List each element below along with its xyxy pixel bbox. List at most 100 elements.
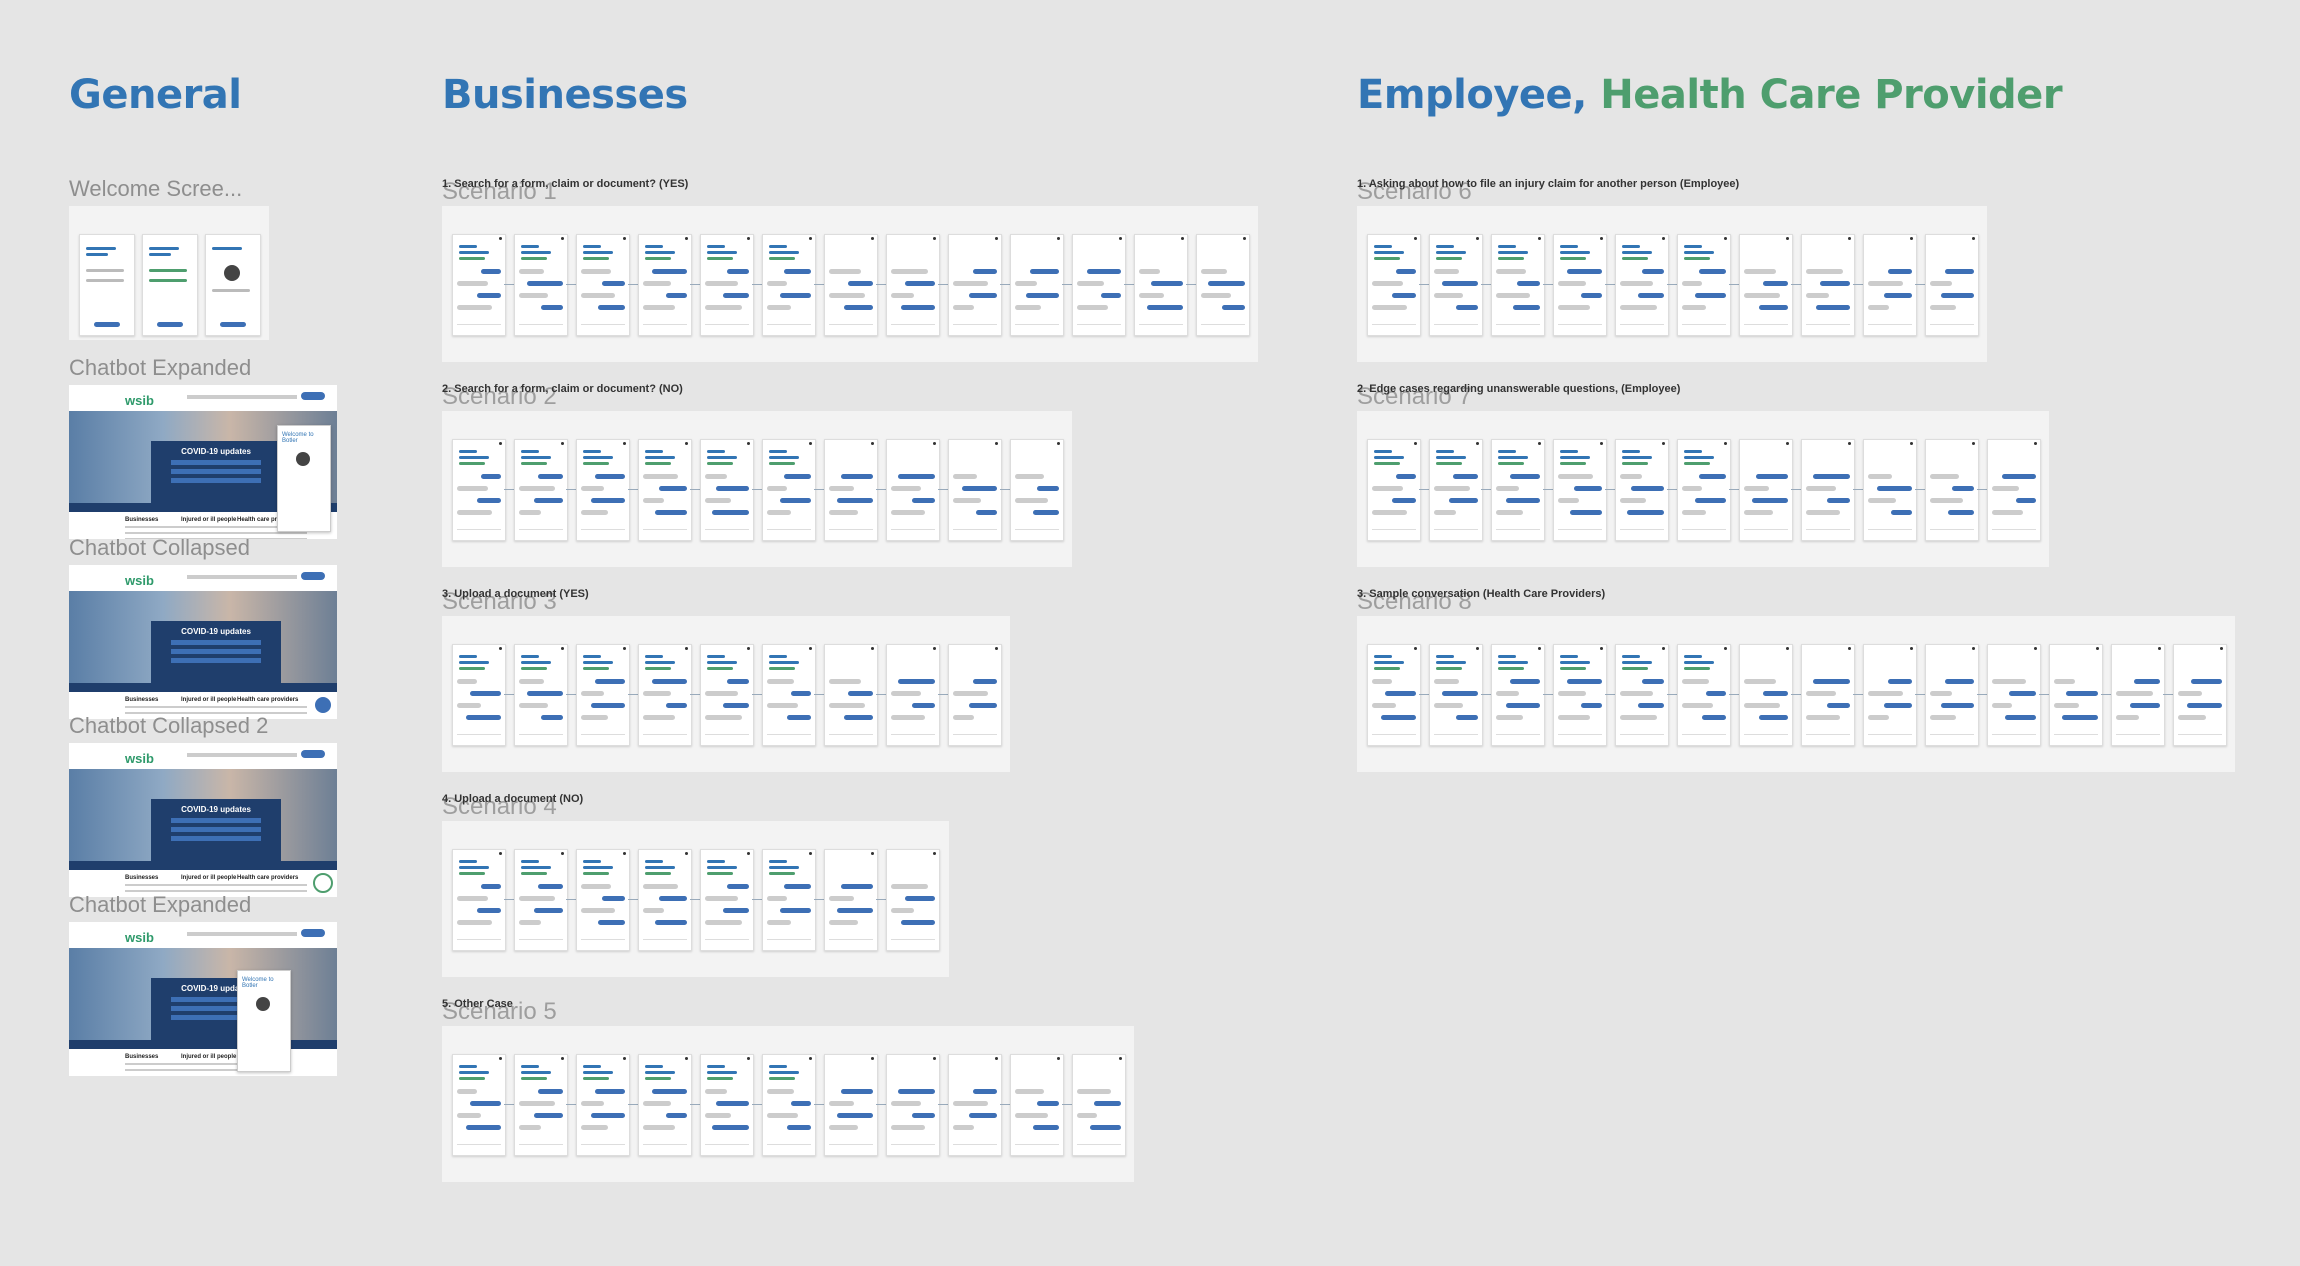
chat-screen-thumbnail[interactable] xyxy=(1615,234,1669,336)
chat-screen-thumbnail[interactable] xyxy=(824,644,878,746)
chatbot-panel[interactable]: Welcome to Botler xyxy=(277,425,331,532)
chat-screen-thumbnail[interactable] xyxy=(576,1054,630,1156)
chat-screen-thumbnail[interactable] xyxy=(886,1054,940,1156)
chat-screen-thumbnail[interactable] xyxy=(1072,1054,1126,1156)
scenario-5-panel[interactable] xyxy=(442,1026,1134,1182)
chat-screen-thumbnail[interactable] xyxy=(452,849,506,951)
chatbot-bubble[interactable] xyxy=(315,697,331,713)
chat-screen-thumbnail[interactable] xyxy=(1367,439,1421,541)
frame-label-chatbot-expanded-2[interactable]: Chatbot Expanded xyxy=(69,892,251,918)
chat-screen-thumbnail[interactable] xyxy=(886,849,940,951)
chat-screen-thumbnail[interactable] xyxy=(1987,439,2041,541)
chat-screen-thumbnail[interactable] xyxy=(2111,644,2165,746)
chat-screen-thumbnail[interactable] xyxy=(1134,234,1188,336)
scenario-1-panel[interactable] xyxy=(442,206,1258,362)
scenario-4-panel[interactable] xyxy=(442,821,949,977)
frame-chatbot-collapsed[interactable]: wsib COVID-19 updates Businesses Injured… xyxy=(69,565,337,719)
chat-screen-thumbnail[interactable] xyxy=(1677,439,1731,541)
chat-screen-thumbnail[interactable] xyxy=(700,644,754,746)
chat-screen-thumbnail[interactable] xyxy=(1429,644,1483,746)
chat-screen-thumbnail[interactable] xyxy=(1367,234,1421,336)
chat-screen-thumbnail[interactable] xyxy=(700,234,754,336)
chat-screen-thumbnail[interactable] xyxy=(762,439,816,541)
scenario-7-panel[interactable] xyxy=(1357,411,2049,567)
chat-screen-thumbnail[interactable] xyxy=(1863,644,1917,746)
chat-screen-thumbnail[interactable] xyxy=(1491,234,1545,336)
chat-screen-thumbnail[interactable] xyxy=(514,849,568,951)
chat-screen-thumbnail[interactable] xyxy=(1196,234,1250,336)
chat-screen-thumbnail[interactable] xyxy=(1863,439,1917,541)
chat-screen-thumbnail[interactable] xyxy=(514,234,568,336)
chat-screen-thumbnail[interactable] xyxy=(452,439,506,541)
chat-screen-thumbnail[interactable] xyxy=(1677,644,1731,746)
chat-screen-thumbnail[interactable] xyxy=(576,644,630,746)
chat-screen-thumbnail[interactable] xyxy=(948,439,1002,541)
chat-screen-thumbnail[interactable] xyxy=(638,1054,692,1156)
chatbot-bubble[interactable] xyxy=(313,873,333,893)
chat-screen-thumbnail[interactable] xyxy=(1429,439,1483,541)
chat-screen-thumbnail[interactable] xyxy=(1553,234,1607,336)
frame-chatbot-expanded-2[interactable]: wsib COVID-19 updates Businesses Injured… xyxy=(69,922,337,1076)
chat-screen-thumbnail[interactable] xyxy=(638,439,692,541)
chat-screen-thumbnail[interactable] xyxy=(1925,644,1979,746)
frame-label-welcome[interactable]: Welcome Scree... xyxy=(69,176,242,202)
chat-screen-thumbnail[interactable] xyxy=(1010,234,1064,336)
scenario-6-panel[interactable] xyxy=(1357,206,1987,362)
chat-screen-thumbnail[interactable] xyxy=(638,234,692,336)
chat-screen-thumbnail[interactable] xyxy=(1801,234,1855,336)
chat-screen-thumbnail[interactable] xyxy=(1553,644,1607,746)
chat-screen-thumbnail[interactable] xyxy=(700,1054,754,1156)
chat-screen-thumbnail[interactable] xyxy=(2049,644,2103,746)
chat-screen-thumbnail[interactable] xyxy=(948,644,1002,746)
chat-screen-thumbnail[interactable] xyxy=(638,849,692,951)
chat-screen-thumbnail[interactable] xyxy=(1801,644,1855,746)
chat-screen-thumbnail[interactable] xyxy=(1925,439,1979,541)
chat-screen-thumbnail[interactable] xyxy=(1491,439,1545,541)
chat-screen-thumbnail[interactable] xyxy=(576,234,630,336)
chat-screen-thumbnail[interactable] xyxy=(762,644,816,746)
chat-screen-thumbnail[interactable] xyxy=(1863,234,1917,336)
chat-screen-thumbnail[interactable] xyxy=(1925,234,1979,336)
frame-label-chatbot-expanded[interactable]: Chatbot Expanded xyxy=(69,355,251,381)
chat-screen-thumbnail[interactable] xyxy=(1010,439,1064,541)
chat-screen-thumbnail[interactable] xyxy=(1553,439,1607,541)
chat-screen-thumbnail[interactable] xyxy=(1739,439,1793,541)
chat-screen-thumbnail[interactable] xyxy=(1677,234,1731,336)
frame-label-chatbot-collapsed[interactable]: Chatbot Collapsed xyxy=(69,535,250,561)
scenario-3-panel[interactable] xyxy=(442,616,1010,772)
chat-screen-thumbnail[interactable] xyxy=(1987,644,2041,746)
chat-screen-thumbnail[interactable] xyxy=(824,234,878,336)
chat-screen-thumbnail[interactable] xyxy=(1615,644,1669,746)
chat-screen-thumbnail[interactable] xyxy=(762,234,816,336)
chat-screen-thumbnail[interactable] xyxy=(638,644,692,746)
chat-screen-thumbnail[interactable] xyxy=(948,1054,1002,1156)
chat-screen-thumbnail[interactable] xyxy=(514,1054,568,1156)
chatbot-panel[interactable]: Welcome to Botler xyxy=(237,970,291,1072)
frame-chatbot-collapsed-2[interactable]: wsib COVID-19 updates Businesses Injured… xyxy=(69,743,337,897)
chat-screen-thumbnail[interactable] xyxy=(452,234,506,336)
chat-screen-thumbnail[interactable] xyxy=(1072,234,1126,336)
chat-screen-thumbnail[interactable] xyxy=(700,439,754,541)
chat-screen-thumbnail[interactable] xyxy=(1367,644,1421,746)
chat-screen-thumbnail[interactable] xyxy=(1739,234,1793,336)
chat-screen-thumbnail[interactable] xyxy=(514,439,568,541)
chat-screen-thumbnail[interactable] xyxy=(762,1054,816,1156)
frame-welcome-screens[interactable] xyxy=(69,206,269,340)
chat-screen-thumbnail[interactable] xyxy=(576,439,630,541)
chat-screen-thumbnail[interactable] xyxy=(886,644,940,746)
chat-screen-thumbnail[interactable] xyxy=(1491,644,1545,746)
chat-screen-thumbnail[interactable] xyxy=(452,644,506,746)
scenario-8-panel[interactable] xyxy=(1357,616,2235,772)
chat-screen-thumbnail[interactable] xyxy=(824,849,878,951)
chat-screen-thumbnail[interactable] xyxy=(886,234,940,336)
chat-screen-thumbnail[interactable] xyxy=(824,1054,878,1156)
chat-screen-thumbnail[interactable] xyxy=(1739,644,1793,746)
chat-screen-thumbnail[interactable] xyxy=(886,439,940,541)
frame-label-chatbot-collapsed-2[interactable]: Chatbot Collapsed 2 xyxy=(69,713,268,739)
chat-screen-thumbnail[interactable] xyxy=(1615,439,1669,541)
chat-screen-thumbnail[interactable] xyxy=(1429,234,1483,336)
chat-screen-thumbnail[interactable] xyxy=(576,849,630,951)
chat-screen-thumbnail[interactable] xyxy=(452,1054,506,1156)
scenario-2-panel[interactable] xyxy=(442,411,1072,567)
chat-screen-thumbnail[interactable] xyxy=(762,849,816,951)
